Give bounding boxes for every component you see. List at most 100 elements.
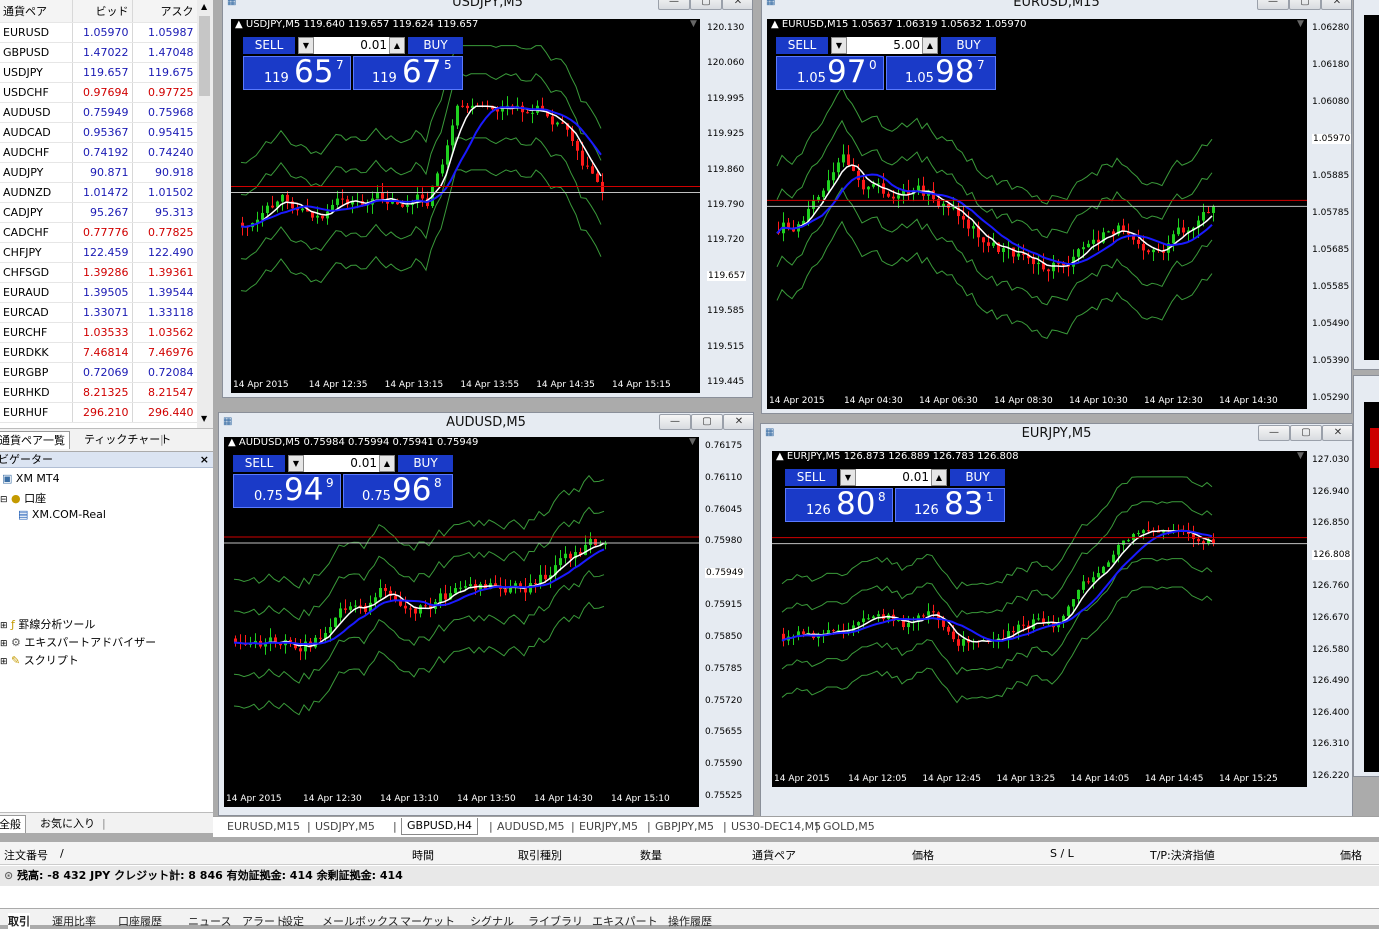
chart-window-eurjpy[interactable]: ▦ EURJPY,M5 — ▢ ✕ ▲ EURJPY,M5 126.873 12…: [760, 423, 1353, 818]
lot-decrease-icon[interactable]: ▼: [831, 37, 847, 54]
symbol-row[interactable]: USDJPY 119.657 119.675: [0, 62, 198, 83]
symbol-row[interactable]: EURAUD 1.39505 1.39544: [0, 282, 198, 303]
sell-button[interactable]: SELL: [233, 455, 285, 472]
symbol-row[interactable]: AUDCAD 0.95367 0.95415: [0, 122, 198, 143]
sell-quote[interactable]: 0.75 94 9: [233, 473, 341, 508]
buy-quote[interactable]: 1.05 98 7: [886, 55, 996, 90]
chart-area[interactable]: ▲ EURUSD,M15 1.05637 1.06319 1.05632 1.0…: [767, 19, 1307, 409]
lot-increase-icon[interactable]: ▲: [922, 37, 938, 54]
terminal-column-header[interactable]: 注文番号: [4, 847, 48, 863]
sell-quote[interactable]: 119 65 7: [243, 55, 351, 90]
symbol-row[interactable]: AUDNZD 1.01472 1.01502: [0, 182, 198, 203]
lot-size-input[interactable]: 5.00: [847, 37, 922, 54]
buy-button[interactable]: BUY: [398, 455, 453, 472]
lot-increase-icon[interactable]: ▲: [379, 455, 395, 472]
col-ask[interactable]: アスク: [132, 0, 198, 23]
lot-decrease-icon[interactable]: ▼: [298, 37, 314, 54]
symbol-row[interactable]: EURDKK 7.46814 7.46976: [0, 342, 198, 363]
lot-size-input[interactable]: 0.01: [314, 37, 389, 54]
minimize-button[interactable]: —: [659, 414, 691, 430]
maximize-button[interactable]: ▢: [691, 414, 723, 430]
chart-tab[interactable]: EURUSD,M15: [227, 819, 300, 835]
terminal-tab[interactable]: シグナル: [470, 913, 514, 929]
symbol-row[interactable]: GBPUSD 1.47022 1.47048: [0, 42, 198, 63]
symbol-row[interactable]: EURCHF 1.03533 1.03562: [0, 322, 198, 343]
terminal-column-header[interactable]: 取引種別: [518, 847, 562, 863]
chart-tab[interactable]: USDJPY,M5: [315, 819, 375, 835]
terminal-tab[interactable]: マーケット: [400, 913, 455, 929]
lot-size-input[interactable]: 0.01: [856, 469, 931, 486]
terminal-column-header[interactable]: 数量: [640, 847, 662, 863]
scroll-down-icon[interactable]: ▼: [201, 414, 207, 423]
close-icon[interactable]: ×: [200, 452, 209, 467]
chart-area[interactable]: ▲ AUDUSD,M5 0.75984 0.75994 0.75941 0.75…: [224, 437, 699, 807]
symbol-row[interactable]: EURGBP 0.72069 0.72084: [0, 362, 198, 383]
expand-icon[interactable]: ⊞: [0, 657, 8, 667]
chart-window-partial-top[interactable]: [1353, 0, 1379, 370]
lot-decrease-icon[interactable]: ▼: [288, 455, 304, 472]
sell-button[interactable]: SELL: [776, 37, 828, 54]
tab-currency-pairs[interactable]: 通貨ペア一覧: [0, 431, 70, 449]
chart-window-usdjpy[interactable]: ▦ USDJPY,M5 — ▢ ✕ ▲ USDJPY,M5 119.640 11…: [222, 0, 753, 398]
sell-button[interactable]: SELL: [243, 37, 295, 54]
collapse-arrow-icon[interactable]: ▲: [776, 451, 784, 462]
symbol-row[interactable]: CADCHF 0.77776 0.77825: [0, 222, 198, 243]
minimize-button[interactable]: —: [1258, 425, 1290, 441]
terminal-tab[interactable]: アラート: [242, 913, 286, 929]
chart-tab[interactable]: GOLD,M5: [823, 819, 875, 835]
terminal-tab[interactable]: 操作履歴: [668, 913, 712, 929]
nav-node-account[interactable]: ▤ XM.COM-Real: [18, 508, 106, 520]
balance-row[interactable]: ⊙ 残高: -8 432 JPY クレジット計: 8 846 有効証拠金: 41…: [0, 866, 1379, 886]
terminal-tab[interactable]: メールボックス: [322, 913, 399, 929]
symbol-row[interactable]: CHFSGD 1.39286 1.39361: [0, 262, 198, 283]
chart-tab[interactable]: AUDUSD,M5: [497, 819, 565, 835]
nav-node-accounts[interactable]: ⊟ ● 口座: [0, 490, 46, 506]
symbol-row[interactable]: USDCHF 0.97694 0.97725: [0, 82, 198, 103]
tab-favorites[interactable]: お気に入り: [36, 815, 99, 832]
terminal-tab[interactable]: 設定: [282, 913, 304, 929]
terminal-tab[interactable]: 口座履歴: [118, 913, 162, 929]
terminal-column-header[interactable]: T/P:決済指値: [1150, 847, 1215, 863]
close-button[interactable]: ✕: [723, 414, 753, 430]
terminal-tab[interactable]: ライブラリ: [528, 913, 583, 929]
scroll-up-icon[interactable]: ▲: [201, 2, 207, 11]
symbol-row[interactable]: AUDJPY 90.871 90.918: [0, 162, 198, 183]
buy-button[interactable]: BUY: [941, 37, 996, 54]
sell-button[interactable]: SELL: [785, 469, 837, 486]
maximize-button[interactable]: ▢: [1290, 425, 1322, 441]
terminal-column-header[interactable]: 価格: [912, 847, 934, 863]
col-bid[interactable]: ビッド: [72, 0, 133, 23]
collapse-icon[interactable]: ⊟: [0, 495, 8, 505]
buy-button[interactable]: BUY: [408, 37, 463, 54]
symbol-row[interactable]: AUDUSD 0.75949 0.75968: [0, 102, 198, 123]
minimize-button[interactable]: —: [658, 0, 690, 10]
lot-decrease-icon[interactable]: ▼: [840, 469, 856, 486]
expand-icon[interactable]: ⊞: [0, 639, 8, 649]
nav-node-scripts[interactable]: ⊞ ✎ スクリプト: [0, 652, 79, 668]
lot-increase-icon[interactable]: ▲: [931, 469, 947, 486]
market-watch-scrollbar[interactable]: ▲ ▼: [197, 0, 213, 428]
terminal-column-header[interactable]: /: [60, 847, 64, 860]
nav-node-experts[interactable]: ⊞ ⚙ エキスパートアドバイザー: [0, 634, 156, 650]
chart-window-audusd[interactable]: ▦ AUDUSD,M5 — ▢ ✕ ▲ AUDUSD,M5 0.75984 0.…: [218, 412, 754, 816]
buy-button[interactable]: BUY: [950, 469, 1005, 486]
lot-size-input[interactable]: 0.01: [304, 455, 379, 472]
buy-quote[interactable]: 119 67 5: [353, 55, 463, 90]
chart-tab[interactable]: GBPJPY,M5: [655, 819, 714, 835]
terminal-tab[interactable]: エキスパート: [592, 913, 658, 929]
symbol-row[interactable]: CADJPY 95.267 95.313: [0, 202, 198, 223]
scroll-thumb[interactable]: [199, 16, 210, 96]
collapse-arrow-icon[interactable]: ▲: [228, 437, 236, 448]
tab-general[interactable]: 全般: [0, 815, 26, 833]
chart-tab[interactable]: US30-DEC14,M5: [731, 819, 821, 835]
chart-window-partial-bottom[interactable]: [1353, 375, 1379, 777]
terminal-column-header[interactable]: 通貨ペア: [752, 847, 796, 863]
close-button[interactable]: ✕: [1321, 0, 1351, 10]
symbol-row[interactable]: EURCAD 1.33071 1.33118: [0, 302, 198, 323]
expand-icon[interactable]: ⊞: [0, 621, 8, 631]
sell-quote[interactable]: 1.05 97 0: [776, 55, 884, 90]
nav-node-platform[interactable]: ▣ XM MT4: [2, 472, 60, 485]
collapse-arrow-icon[interactable]: ▲: [771, 19, 779, 30]
close-button[interactable]: ✕: [1322, 425, 1352, 441]
chart-area[interactable]: ▲ EURJPY,M5 126.873 126.889 126.783 126.…: [772, 451, 1307, 787]
